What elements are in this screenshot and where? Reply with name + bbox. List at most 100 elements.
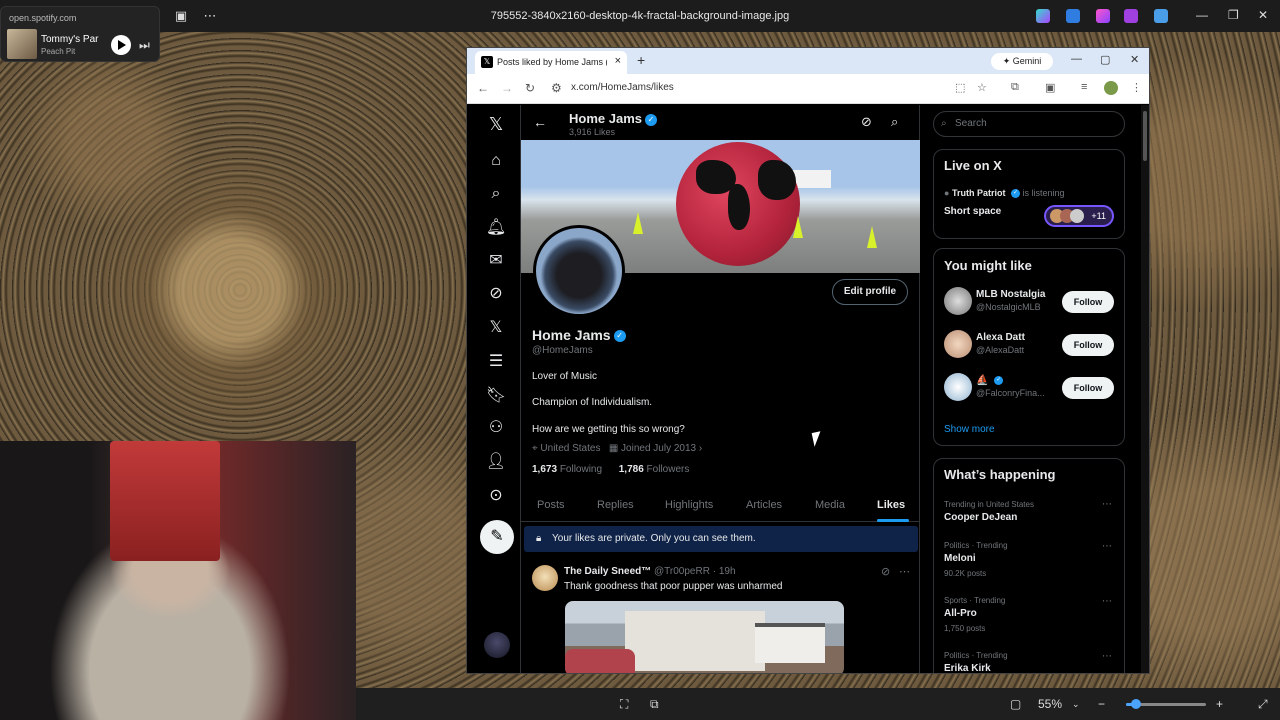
tweet-media-image[interactable] <box>565 601 844 673</box>
chevron-down-icon[interactable]: ⌄ <box>1072 699 1080 710</box>
trend-name[interactable]: All-Pro <box>944 608 977 619</box>
app-icon[interactable] <box>1124 9 1138 23</box>
trend-more-icon[interactable]: ⋯ <box>1102 499 1112 510</box>
space-listeners[interactable]: +11 <box>1044 205 1114 227</box>
back-arrow-icon[interactable]: ← <box>533 114 547 130</box>
next-track-icon[interactable]: ⏭ <box>139 38 150 53</box>
profile-avatar[interactable] <box>533 225 625 317</box>
user-name[interactable]: Alexa Datt <box>976 332 1025 343</box>
follow-button[interactable]: Follow <box>1062 377 1114 399</box>
close-icon[interactable]: ✕ <box>1258 8 1268 22</box>
follow-button[interactable]: Follow <box>1062 334 1114 356</box>
cloud-icon[interactable] <box>1154 9 1168 23</box>
reload-icon[interactable]: ↻ <box>525 81 535 95</box>
following-link[interactable]: 1,673 Following <box>532 464 602 475</box>
tab-x-likes[interactable]: 𝕏 Posts liked by Home Jams (@H × <box>475 51 627 74</box>
play-button[interactable] <box>111 35 131 55</box>
live-host[interactable]: Truth Patriot <box>952 188 1006 198</box>
chevron-right-icon[interactable]: › <box>699 443 702 454</box>
trend-more-icon[interactable]: ⋯ <box>1102 651 1112 662</box>
grok-icon[interactable]: ⊘ <box>881 565 890 578</box>
actual-size-icon[interactable]: ▢ <box>1010 697 1021 711</box>
messages-envelope-icon[interactable]: ✉ <box>485 250 507 272</box>
zoom-slider-knob[interactable] <box>1130 699 1141 709</box>
maximize-icon[interactable]: ❐ <box>1228 8 1239 22</box>
user-avatar[interactable] <box>944 373 972 401</box>
follow-button[interactable]: Follow <box>1062 291 1114 313</box>
x-logo-icon[interactable]: 𝕏 <box>485 113 507 135</box>
zoom-out-icon[interactable]: − <box>1098 697 1105 711</box>
tab-replies[interactable]: Replies <box>597 499 634 511</box>
fit-icon[interactable]: ⛶ <box>620 697 628 712</box>
edit-profile-button[interactable]: Edit profile <box>832 279 908 305</box>
zoom-in-icon[interactable]: + <box>1216 697 1223 711</box>
profile-icon[interactable]: 👤︎ <box>485 451 507 473</box>
premium-x-icon[interactable]: 𝕏 <box>485 317 507 339</box>
verified-badge-icon: ✓ <box>613 330 626 343</box>
kebab-menu-icon[interactable]: ⋮ <box>1131 81 1142 94</box>
user-avatar[interactable] <box>944 330 972 358</box>
site-info-icon[interactable]: ⚙ <box>551 81 562 95</box>
zoom-level[interactable]: 55% <box>1038 697 1062 711</box>
search-icon: ⌕ <box>941 118 947 129</box>
space-title[interactable]: Short space <box>944 206 1001 217</box>
zoom-slider[interactable] <box>1126 699 1206 709</box>
close-icon[interactable]: ✕ <box>1130 53 1139 66</box>
new-tab-icon[interactable]: + <box>637 52 645 68</box>
compose-post-button[interactable]: ✎ <box>480 520 514 554</box>
tab-highlights[interactable]: Highlights <box>665 499 713 511</box>
lists-icon[interactable]: ☰ <box>485 351 507 373</box>
close-tab-icon[interactable]: × <box>615 55 621 67</box>
page-scrollbar[interactable] <box>1141 105 1149 673</box>
home-icon[interactable]: ⌂ <box>485 150 507 172</box>
user-avatar[interactable] <box>944 287 972 315</box>
user-name[interactable]: MLB Nostalgia <box>976 289 1045 300</box>
more-circle-icon[interactable]: ⊙ <box>485 485 507 507</box>
user-name[interactable]: ⛵ ✓ <box>976 375 1004 386</box>
minimize-icon[interactable]: — <box>1196 8 1208 22</box>
edit-icon[interactable] <box>1066 9 1080 23</box>
notifications-bell-icon[interactable]: 🔔︎ <box>485 217 507 239</box>
grok-icon[interactable]: ⊘ <box>485 283 507 305</box>
bookmark-star-icon[interactable]: ☆ <box>977 81 987 94</box>
copilot-icon[interactable] <box>1036 9 1050 23</box>
maximize-icon[interactable]: ▢ <box>1100 53 1110 66</box>
search-profile-icon[interactable]: ⌕ <box>891 114 898 130</box>
spotify-mini-player[interactable]: open.spotify.com Tommy's Par Peach Pit ⏭ <box>0 6 160 62</box>
trend-more-icon[interactable]: ⋯ <box>1102 541 1112 552</box>
gemini-button[interactable]: ✦ Gemini <box>991 53 1053 70</box>
tweet-author-avatar[interactable] <box>532 565 558 591</box>
explore-search-icon[interactable]: ⌕ <box>485 183 507 205</box>
image-viewer-titlebar: ▣ ⋯ 795552-3840x2160-desktop-4k-fractal-… <box>0 0 1280 32</box>
tab-likes[interactable]: Likes <box>877 499 905 511</box>
tab-posts[interactable]: Posts <box>537 499 565 511</box>
install-app-icon[interactable]: ⬚ <box>955 81 965 94</box>
show-more-link[interactable]: Show more <box>944 424 995 435</box>
forward-icon[interactable]: → <box>501 81 513 95</box>
url-field[interactable]: x.com/HomeJams/likes <box>571 82 674 93</box>
trend-name[interactable]: Erika Kirk <box>944 663 991 673</box>
browser-profile-avatar[interactable] <box>1104 81 1118 95</box>
search-input[interactable]: ⌕ Search <box>933 111 1125 137</box>
filmstrip-icon[interactable]: ⧉ <box>650 697 659 712</box>
trend-more-icon[interactable]: ⋯ <box>1102 596 1112 607</box>
paint-icon[interactable] <box>1096 9 1110 23</box>
scroll-thumb[interactable] <box>1143 111 1147 161</box>
account-avatar[interactable] <box>484 632 510 658</box>
minimize-icon[interactable]: — <box>1071 53 1082 65</box>
fullscreen-icon[interactable]: ⤢ <box>1258 697 1268 712</box>
tab-articles[interactable]: Articles <box>746 499 782 511</box>
communities-icon[interactable]: ⚇ <box>485 417 507 439</box>
tweet-more-icon[interactable]: ⋯ <box>899 565 910 578</box>
extensions-icon[interactable]: ⧉ <box>1011 81 1019 94</box>
reading-list-icon[interactable]: ≡ <box>1081 81 1087 93</box>
followers-link[interactable]: 1,786 Followers <box>619 464 690 475</box>
tweet-author-name[interactable]: The Daily Sneed™ <box>564 566 651 577</box>
trend-name[interactable]: Meloni <box>944 553 976 564</box>
grok-analyze-icon[interactable]: ⊘ <box>861 114 872 130</box>
split-view-icon[interactable]: ▣ <box>1045 81 1055 94</box>
trend-name[interactable]: Cooper DeJean <box>944 512 1017 523</box>
tab-media[interactable]: Media <box>815 499 845 511</box>
back-icon[interactable]: ← <box>477 81 489 95</box>
bookmarks-icon[interactable]: 🔖︎ <box>485 385 507 407</box>
